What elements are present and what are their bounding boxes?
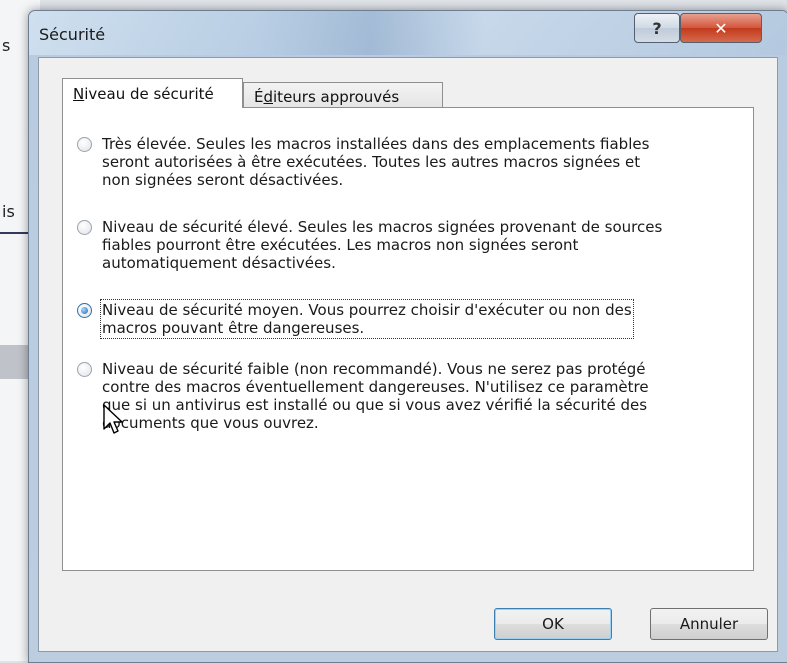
- close-icon: ✕: [714, 18, 728, 38]
- dialog-client-area: Niveau de sécurité Éd iteurs approuvés Tr…: [38, 57, 778, 652]
- ok-button[interactable]: OK: [494, 608, 612, 640]
- tab-panel: Très élevée. Seules les macros installée…: [62, 107, 754, 571]
- tab-trusted-publishers[interactable]: Éd iteurs approuvés: [243, 82, 443, 110]
- security-dialog: Sécurité ? ✕ Niveau de sécurité Éd iteurs…: [28, 10, 787, 663]
- tab-label-prefix: É: [254, 87, 264, 106]
- option-label: Niveau de sécurité élevé. Seules les mac…: [102, 218, 663, 272]
- option-label: Niveau de sécurité faible (non recommand…: [102, 360, 649, 432]
- cancel-button[interactable]: Annuler: [650, 608, 768, 640]
- help-icon: ?: [652, 18, 662, 38]
- tab-security-level[interactable]: Niveau de sécurité: [62, 78, 243, 108]
- radio-medium[interactable]: [77, 303, 92, 318]
- option-label: Très élevée. Seules les macros installée…: [102, 135, 650, 189]
- help-button[interactable]: ?: [634, 13, 680, 43]
- close-button[interactable]: ✕: [680, 13, 762, 43]
- background-text-fragment: s: [2, 36, 11, 55]
- radio-high[interactable]: [77, 220, 92, 235]
- option-high[interactable]: Niveau de sécurité élevé. Seules les mac…: [77, 218, 737, 272]
- option-label: Niveau de sécurité moyen. Vous pourrez c…: [100, 299, 634, 339]
- tab-mnemonic: d: [263, 87, 274, 106]
- background-text-fragment: is: [2, 202, 15, 221]
- radio-low[interactable]: [77, 362, 92, 377]
- tab-label: iveau de sécurité: [84, 84, 214, 103]
- option-low[interactable]: Niveau de sécurité faible (non recommand…: [77, 360, 737, 432]
- mouse-pointer-icon: [103, 404, 123, 434]
- radio-very-high[interactable]: [77, 137, 92, 152]
- tab-mnemonic: N: [73, 84, 85, 103]
- option-very-high[interactable]: Très élevée. Seules les macros installée…: [77, 135, 737, 189]
- tab-label: iteurs approuvés: [273, 87, 400, 106]
- option-medium[interactable]: Niveau de sécurité moyen. Vous pourrez c…: [77, 299, 737, 339]
- dialog-title: Sécurité: [39, 25, 106, 44]
